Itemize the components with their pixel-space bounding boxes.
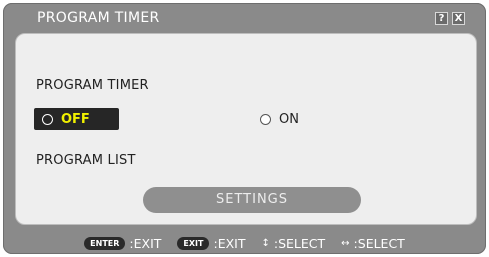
program-list-label: PROGRAM LIST [36, 153, 136, 168]
option-label: OFF [61, 111, 90, 127]
program-timer-label: PROGRAM TIMER [36, 78, 149, 93]
hint-exit-exit: EXIT :EXIT [177, 236, 245, 251]
settings-button[interactable]: SETTINGS [143, 187, 361, 213]
settings-panel: PROGRAM TIMER OFF ON PROGRAM LIST SETTIN… [15, 33, 477, 225]
hint-left-right-select: ↔ :SELECT [341, 236, 405, 251]
radio-option-on[interactable]: ON [260, 108, 299, 130]
help-icon[interactable]: ? [435, 12, 448, 25]
dialog-title: PROGRAM TIMER [37, 10, 160, 26]
footer-hints: ENTER :EXIT EXIT :EXIT ↕ :SELECT ↔ :SELE… [3, 233, 486, 253]
up-down-arrows-icon: ↕ [261, 237, 270, 249]
enter-key-icon: ENTER [84, 236, 126, 250]
exit-key-icon: EXIT [177, 236, 210, 250]
radio-icon [42, 113, 53, 125]
hint-text: :SELECT [273, 235, 326, 251]
program-timer-dialog: PROGRAM TIMER ? X PROGRAM TIMER OFF ON P… [3, 3, 486, 254]
hint-enter-exit: ENTER :EXIT [84, 236, 161, 251]
hint-up-down-select: ↕ :SELECT [261, 236, 325, 251]
radio-icon [260, 113, 271, 125]
title-bar: PROGRAM TIMER ? X [15, 9, 476, 29]
close-icon[interactable]: X [452, 12, 465, 25]
radio-option-off[interactable]: OFF [34, 108, 119, 130]
hint-text: :EXIT [213, 235, 246, 251]
option-label: ON [279, 111, 299, 127]
left-right-arrows-icon: ↔ [341, 237, 350, 249]
hint-text: :EXIT [129, 235, 162, 251]
hint-text: :SELECT [353, 235, 405, 251]
